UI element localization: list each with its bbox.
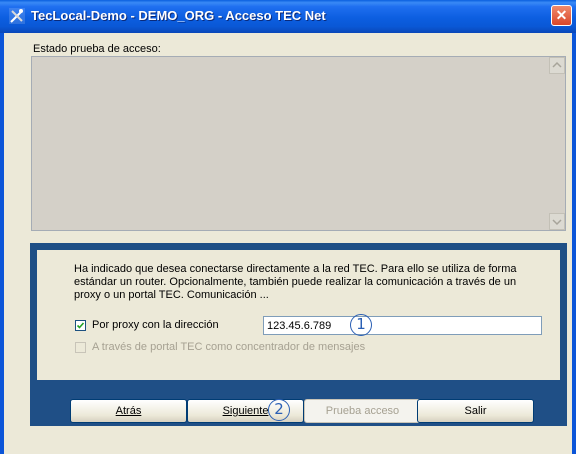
vertical-scrollbar[interactable] bbox=[549, 57, 565, 230]
title-bar[interactable]: TecLocal-Demo - DEMO_ORG - Acceso TEC Ne… bbox=[0, 0, 576, 33]
proxy-address-input[interactable] bbox=[263, 316, 542, 335]
status-label: Estado prueba de acceso: bbox=[33, 43, 161, 55]
close-button[interactable]: ✕ bbox=[551, 5, 572, 26]
proxy-checkbox[interactable] bbox=[75, 320, 86, 331]
connection-options: Ha indicado que desea conectarse directa… bbox=[37, 250, 560, 380]
close-icon: ✕ bbox=[555, 7, 568, 23]
test-access-button[interactable]: Prueba acceso bbox=[304, 399, 421, 423]
back-button[interactable]: Atrás bbox=[70, 399, 187, 423]
test-access-button-label: Prueba acceso bbox=[325, 404, 400, 417]
portal-label: A través de portal TEC como concentrador… bbox=[92, 341, 366, 353]
window-frame-left bbox=[0, 33, 4, 454]
window-title: TecLocal-Demo - DEMO_ORG - Acceso TEC Ne… bbox=[31, 8, 326, 23]
proxy-label[interactable]: Por proxy con la dirección bbox=[92, 319, 219, 331]
callout-1: 1 bbox=[350, 314, 372, 336]
callout-2: 2 bbox=[268, 399, 290, 421]
connection-panel: Ha indicado que desea conectarse directa… bbox=[30, 243, 567, 426]
window-frame-right bbox=[572, 33, 576, 454]
info-text: Ha indicado que desea conectarse directa… bbox=[74, 263, 517, 301]
status-textbox[interactable] bbox=[31, 56, 566, 231]
scroll-up-icon[interactable] bbox=[549, 57, 565, 74]
back-button-label: Atrás bbox=[115, 404, 142, 417]
exit-button-label: Salir bbox=[464, 404, 487, 417]
app-icon bbox=[9, 8, 25, 24]
checkmark-icon bbox=[76, 322, 85, 329]
exit-button[interactable]: Salir bbox=[417, 399, 534, 423]
next-button-label: Siguiente bbox=[222, 404, 269, 417]
portal-checkbox[interactable] bbox=[75, 342, 86, 353]
scroll-down-icon[interactable] bbox=[549, 213, 565, 230]
